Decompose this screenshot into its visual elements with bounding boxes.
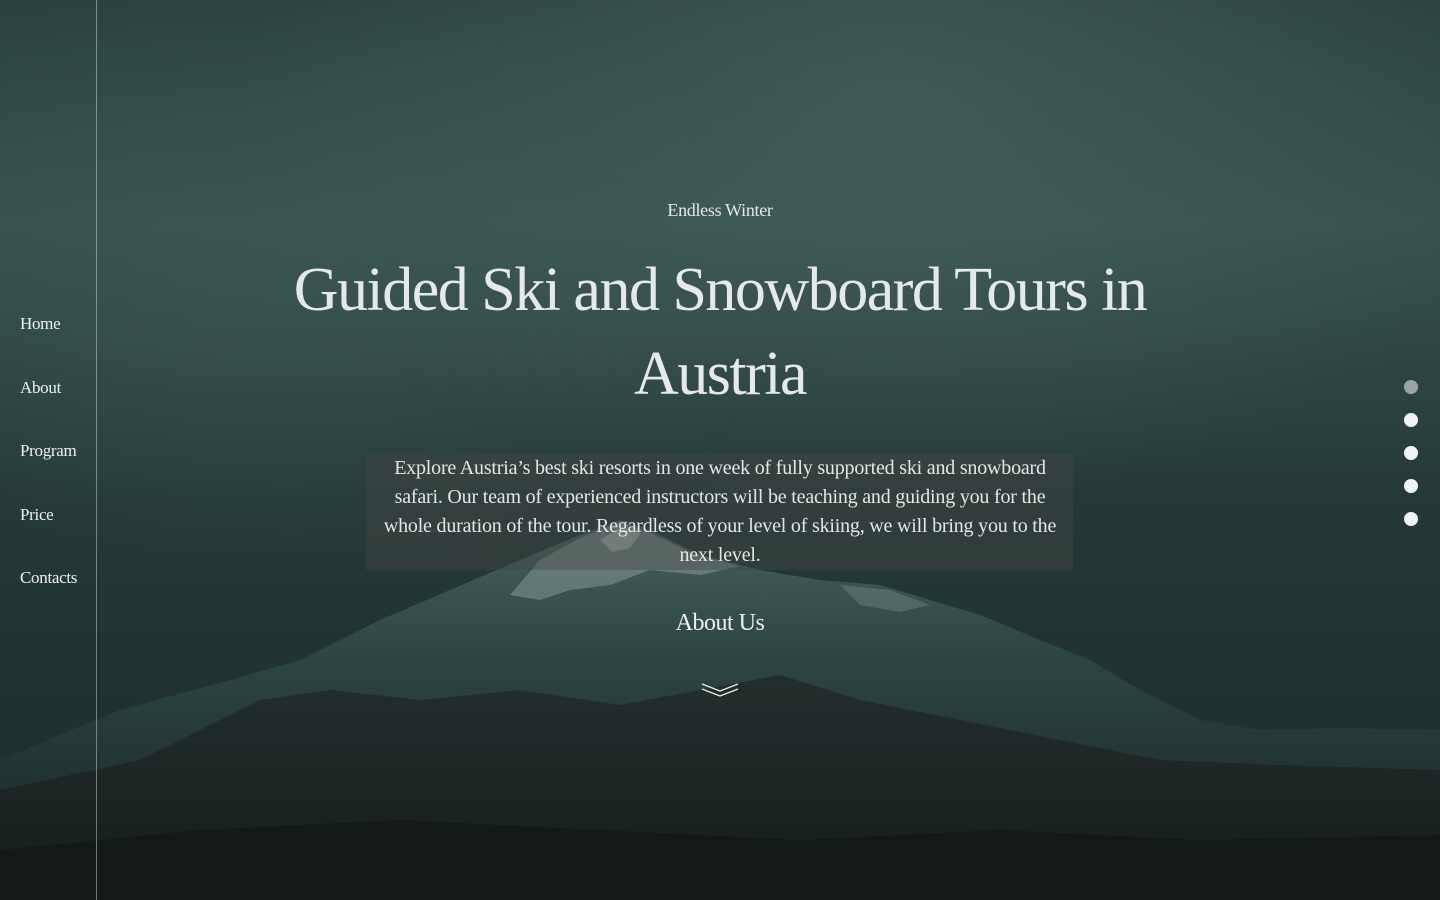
sidebar-nav: Home About Program Price Contacts: [20, 310, 77, 628]
about-us-link[interactable]: About Us: [676, 610, 765, 636]
scroll-down-chevron-icon[interactable]: [700, 680, 740, 700]
pager-dot-3[interactable]: [1404, 446, 1418, 460]
nav-item-program: Program: [20, 437, 77, 501]
about-us-link-container: About Us: [0, 610, 1440, 637]
hero-title: Guided Ski and Snowboard Tours in Austri…: [293, 256, 1148, 408]
nav-link-about[interactable]: About: [20, 378, 61, 397]
hero-section: Endless Winter Guided Ski and Snowboard …: [0, 0, 1440, 900]
nav-link-price[interactable]: Price: [20, 505, 54, 524]
hero-eyebrow: Endless Winter: [667, 200, 773, 220]
nav-item-home: Home: [20, 310, 77, 374]
nav-link-home[interactable]: Home: [20, 314, 61, 333]
section-pager: [1404, 380, 1418, 545]
nav-item-about: About: [20, 374, 77, 438]
hero-description: Explore Austria’s best ski resorts in on…: [383, 457, 1057, 566]
page: Home About Program Price Contacts Endles…: [0, 0, 1440, 900]
pager-dot-4[interactable]: [1404, 479, 1418, 493]
pager-dot-1[interactable]: [1404, 380, 1418, 394]
sidebar: Home About Program Price Contacts: [0, 0, 97, 900]
pager-dot-2[interactable]: [1404, 413, 1418, 427]
pager-dot-5[interactable]: [1404, 512, 1418, 526]
nav-link-contacts[interactable]: Contacts: [20, 568, 77, 587]
nav-link-program[interactable]: Program: [20, 441, 77, 460]
nav-item-contacts: Contacts: [20, 564, 77, 628]
nav-item-price: Price: [20, 501, 77, 565]
